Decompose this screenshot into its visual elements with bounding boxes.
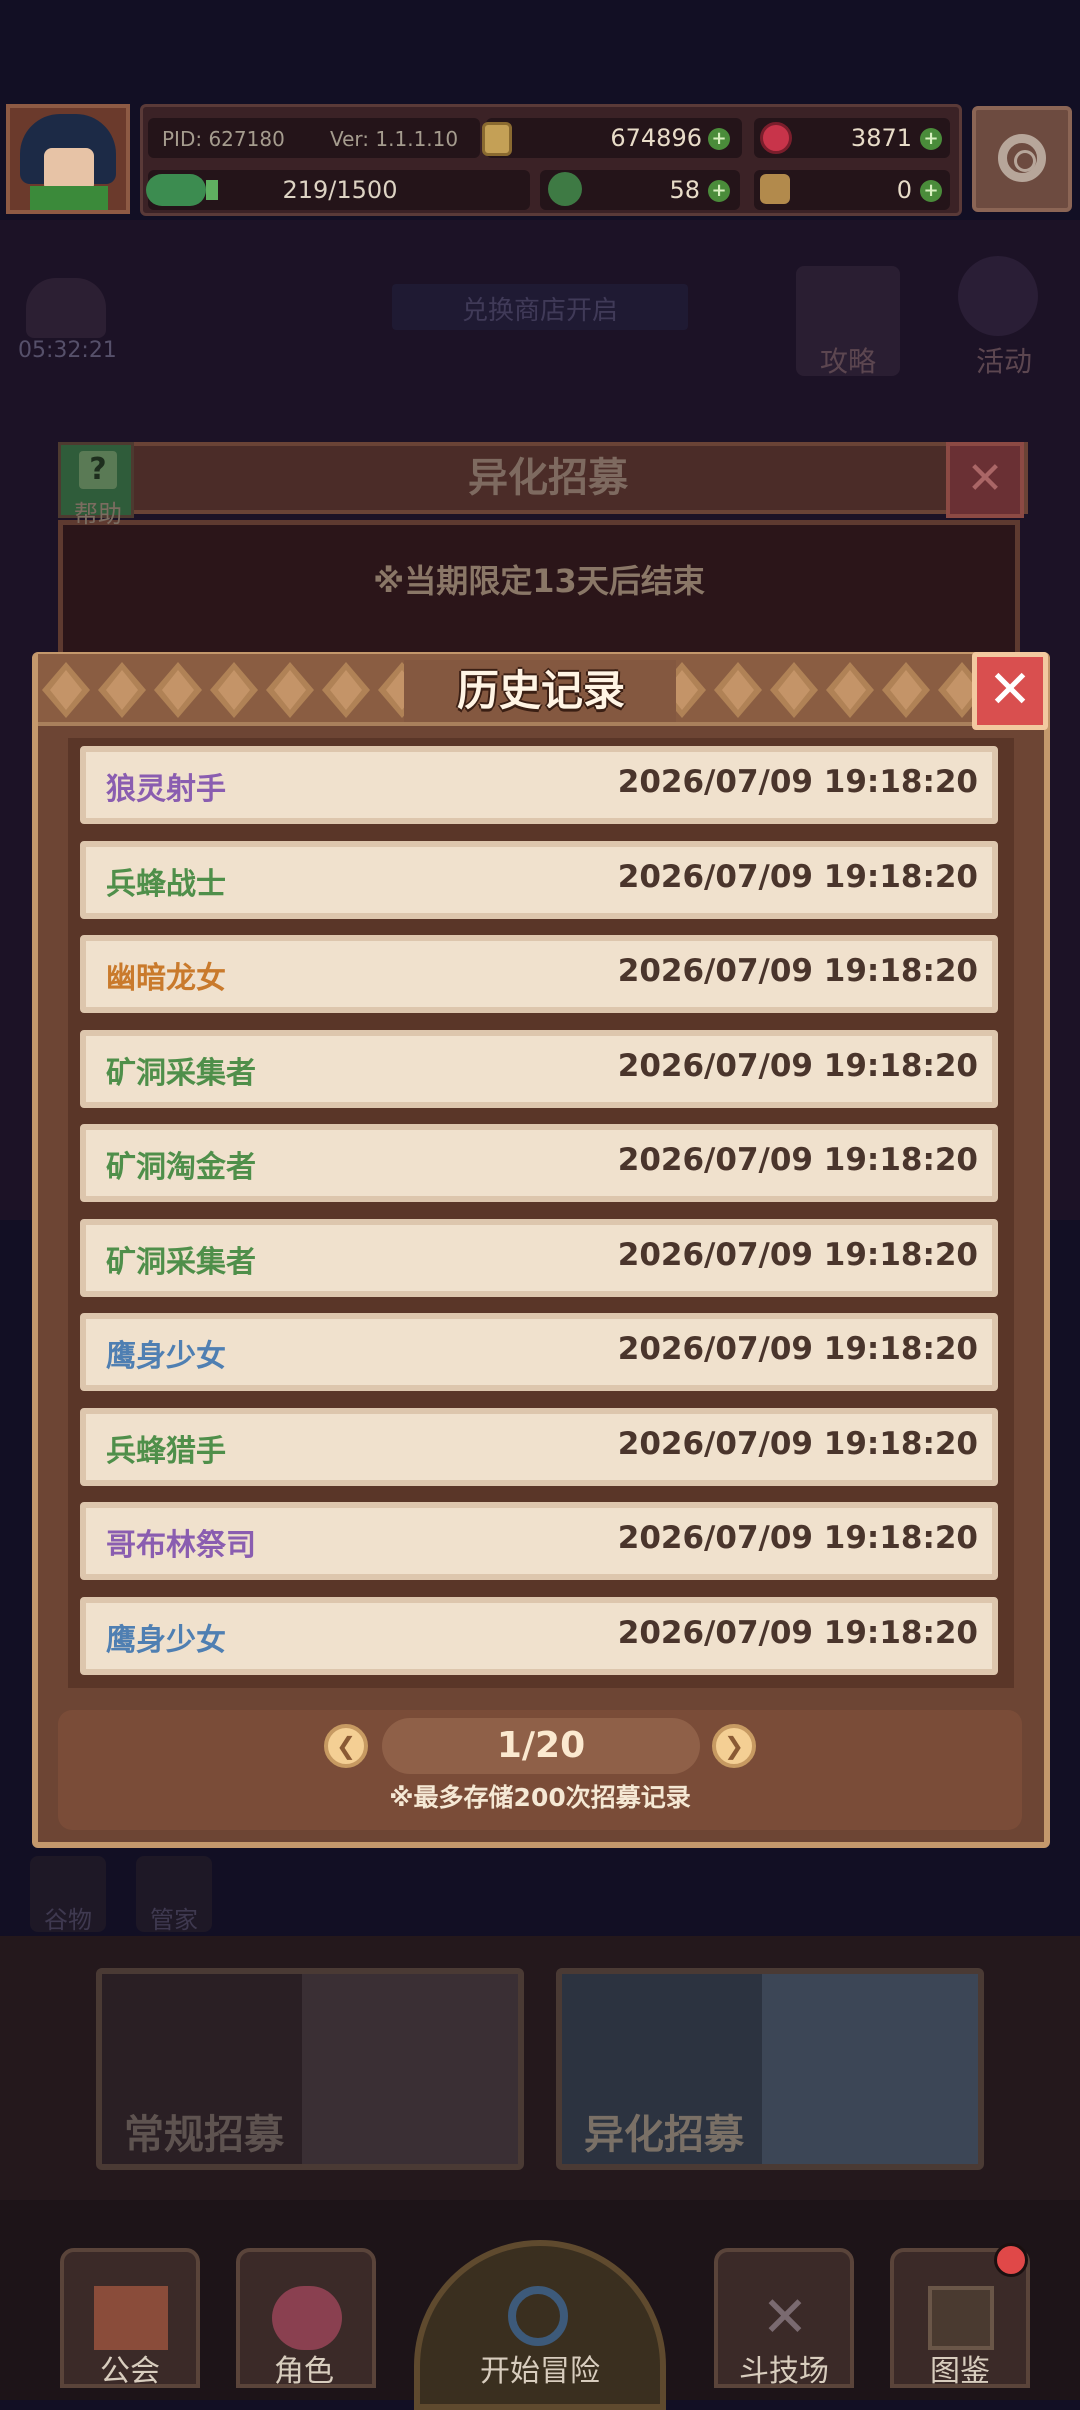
history-row: 哥布林祭司 2026/07/09 19:18:20 [80, 1502, 998, 1580]
nav-character-label: 角色 [274, 2354, 334, 2389]
stamina-value: 219/1500 [282, 176, 398, 204]
event-timer: 05:32:21 [18, 338, 117, 363]
gear-hub [1014, 150, 1036, 172]
record-time: 2026/07/09 19:18:20 [617, 1047, 978, 1084]
recruit-dialog-close-button[interactable]: ✕ [946, 442, 1024, 518]
character-art [302, 1974, 518, 2164]
record-time: 2026/07/09 19:18:20 [617, 1142, 978, 1178]
heart-icon [26, 278, 106, 338]
history-row: 兵蜂战士 2026/07/09 19:18:20 [80, 840, 998, 919]
history-row: 狼灵射手 2026/07/09 19:18:20 [80, 746, 998, 824]
record-time: 2026/07/09 19:18:20 [617, 1425, 978, 1462]
settings-button[interactable] [972, 106, 1072, 212]
add-key-button[interactable]: + [920, 180, 942, 202]
close-icon: ✕ [988, 660, 1032, 720]
record-hero-name: 鹰身少女 [106, 1622, 226, 1658]
player-avatar[interactable] [6, 104, 130, 214]
history-close-button[interactable]: ✕ [972, 652, 1048, 730]
history-row: 鹰身少女 2026/07/09 19:18:20 [80, 1313, 998, 1391]
magnifier-icon [508, 2286, 568, 2346]
stamina-icon [146, 174, 206, 206]
record-time: 2026/07/09 19:18:20 [617, 1331, 978, 1367]
character-icon [272, 2286, 342, 2350]
record-hero-name: 兵蜂战士 [106, 866, 226, 902]
history-row: 矿洞采集者 2026/07/09 19:18:20 [80, 1218, 998, 1297]
record-hero-name: 矿洞采集者 [106, 1055, 256, 1091]
record-time: 2026/07/09 19:18:20 [617, 1520, 978, 1556]
record-time: 2026/07/09 19:18:20 [617, 1236, 978, 1273]
record-hero-name: 兵蜂猎手 [106, 1433, 226, 1469]
nav-guild-label: 公会 [100, 2354, 160, 2389]
history-modal-title: 历史记录 [456, 666, 625, 715]
nav-codex-label: 图鉴 [930, 2354, 990, 2389]
guild-icon [94, 2286, 168, 2350]
add-gem-button[interactable]: + [920, 128, 942, 150]
history-row: 鹰身少女 2026/07/09 19:18:20 [80, 1596, 998, 1675]
character-art [762, 1974, 978, 2164]
record-time: 2026/07/09 19:18:20 [617, 858, 978, 895]
record-hero-name: 鹰身少女 [106, 1339, 226, 1374]
key-icon [760, 174, 790, 204]
record-hero-name: 哥布林祭司 [106, 1528, 256, 1563]
shop-banner-label: 兑换商店开启 [461, 296, 618, 326]
butler-label: 管家 [150, 1906, 198, 1934]
bag-label: 谷物 [44, 1906, 92, 1934]
avatar-body [30, 186, 108, 210]
event-label: 活动 [975, 345, 1032, 378]
history-row: 矿洞采集者 2026/07/09 19:18:20 [80, 1029, 998, 1108]
add-clover-button[interactable]: + [708, 180, 730, 202]
recruit-dialog-title: 异化招募 [468, 455, 628, 501]
swords-icon: ✕ [761, 2285, 809, 2350]
normal-recruit-card[interactable]: 常规招募 [96, 1968, 524, 2170]
special-recruit-card[interactable]: 异化招募 [556, 1968, 984, 2170]
next-page-button[interactable]: ❯ [712, 1724, 756, 1768]
player-id: PID: 627180 [162, 127, 285, 151]
help-label: 帮助 [74, 500, 122, 528]
record-time: 2026/07/09 19:18:20 [617, 953, 978, 989]
record-hero-name: 矿洞采集者 [106, 1244, 256, 1280]
gold-coin-icon [482, 122, 512, 156]
recruit-dialog-header: 异化招募 [60, 442, 1028, 514]
nav-arena-label: 斗技场 [739, 2354, 829, 2389]
balloon-icon [958, 256, 1038, 336]
normal-recruit-label: 常规招募 [124, 2112, 284, 2158]
limited-time-note: ※当期限定13天后结束 [373, 562, 705, 600]
record-hero-name: 矿洞淘金者 [106, 1150, 256, 1185]
gold-amount: 674896 [610, 124, 702, 152]
history-row: 矿洞淘金者 2026/07/09 19:18:20 [80, 1124, 998, 1202]
game-version: Ver: 1.1.1.10 [330, 127, 459, 151]
page-indicator: 1/20 [382, 1718, 700, 1774]
nav-adventure-label: 开始冒险 [480, 2354, 600, 2389]
question-icon: ? [79, 451, 117, 489]
record-hero-name: 幽暗龙女 [106, 961, 226, 996]
special-recruit-label: 异化招募 [584, 2112, 744, 2158]
history-row: 兵蜂猎手 2026/07/09 19:18:20 [80, 1407, 998, 1486]
clover-icon [548, 172, 582, 206]
guide-label: 攻略 [819, 345, 876, 378]
record-hero-name: 狼灵射手 [106, 772, 226, 807]
clover-amount: 58 [669, 176, 700, 204]
record-time: 2026/07/09 19:18:20 [617, 764, 978, 800]
key-amount: 0 [896, 176, 912, 204]
codex-icon [928, 2286, 994, 2350]
add-gold-button[interactable]: + [708, 128, 730, 150]
storage-note: ※最多存储200次招募记录 [389, 1783, 691, 1812]
record-time: 2026/07/09 19:18:20 [617, 1614, 978, 1651]
prev-page-button[interactable]: ❮ [324, 1724, 368, 1768]
gem-amount: 3871 [850, 124, 912, 152]
notification-badge [994, 2243, 1028, 2277]
gem-icon [760, 122, 792, 154]
history-row: 幽暗龙女 2026/07/09 19:18:20 [80, 935, 998, 1013]
